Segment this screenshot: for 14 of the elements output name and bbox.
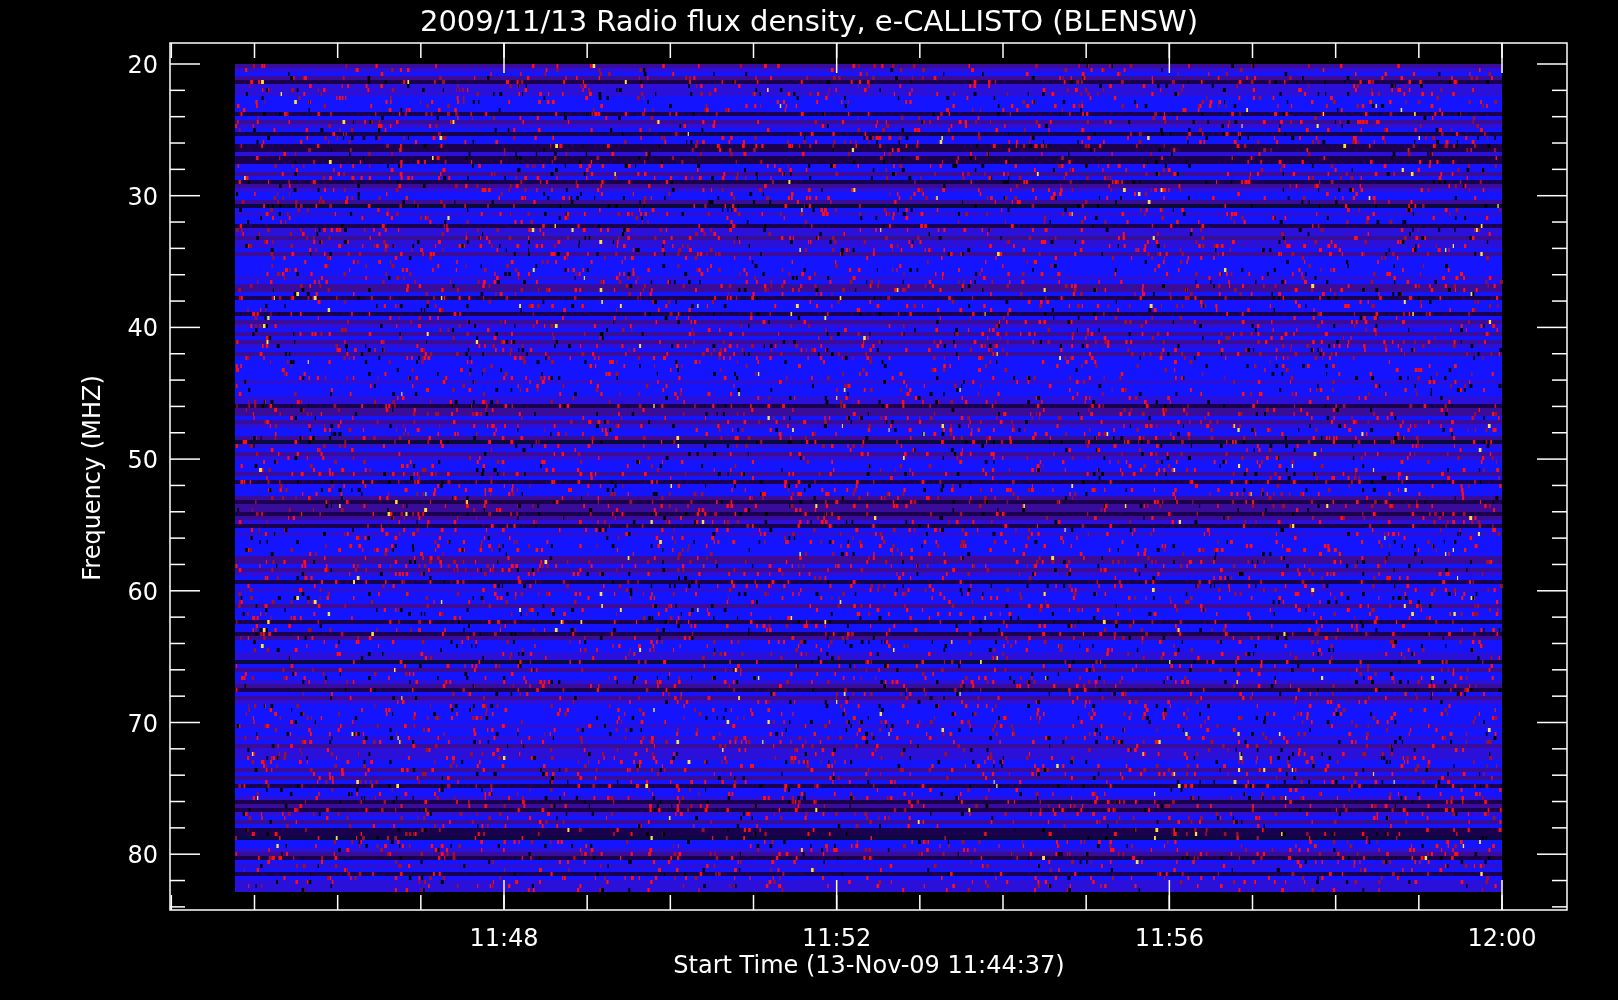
x-tick-label: 11:48 (469, 924, 539, 952)
x-tick-label: 11:56 (1134, 924, 1204, 952)
y-tick-label: 80 (127, 841, 158, 870)
y-tick-label: 40 (127, 314, 158, 343)
x-tick-label: 11:52 (802, 924, 872, 952)
x-axis-label: Start Time (13-Nov-09 11:44:37) (673, 951, 1065, 979)
y-tick-label: 50 (127, 446, 158, 475)
chart-title: 2009/11/13 Radio flux density, e-CALLISTO (BLENSW) (419, 4, 1199, 38)
y-tick-label: 60 (127, 577, 158, 606)
y-tick-label: 30 (127, 182, 158, 211)
y-tick-label: 70 (127, 709, 158, 738)
x-tick-label: 12:00 (1467, 924, 1537, 952)
y-axis-label: Frequency (MHZ) (78, 375, 106, 581)
y-tick-label: 20 (127, 51, 158, 79)
